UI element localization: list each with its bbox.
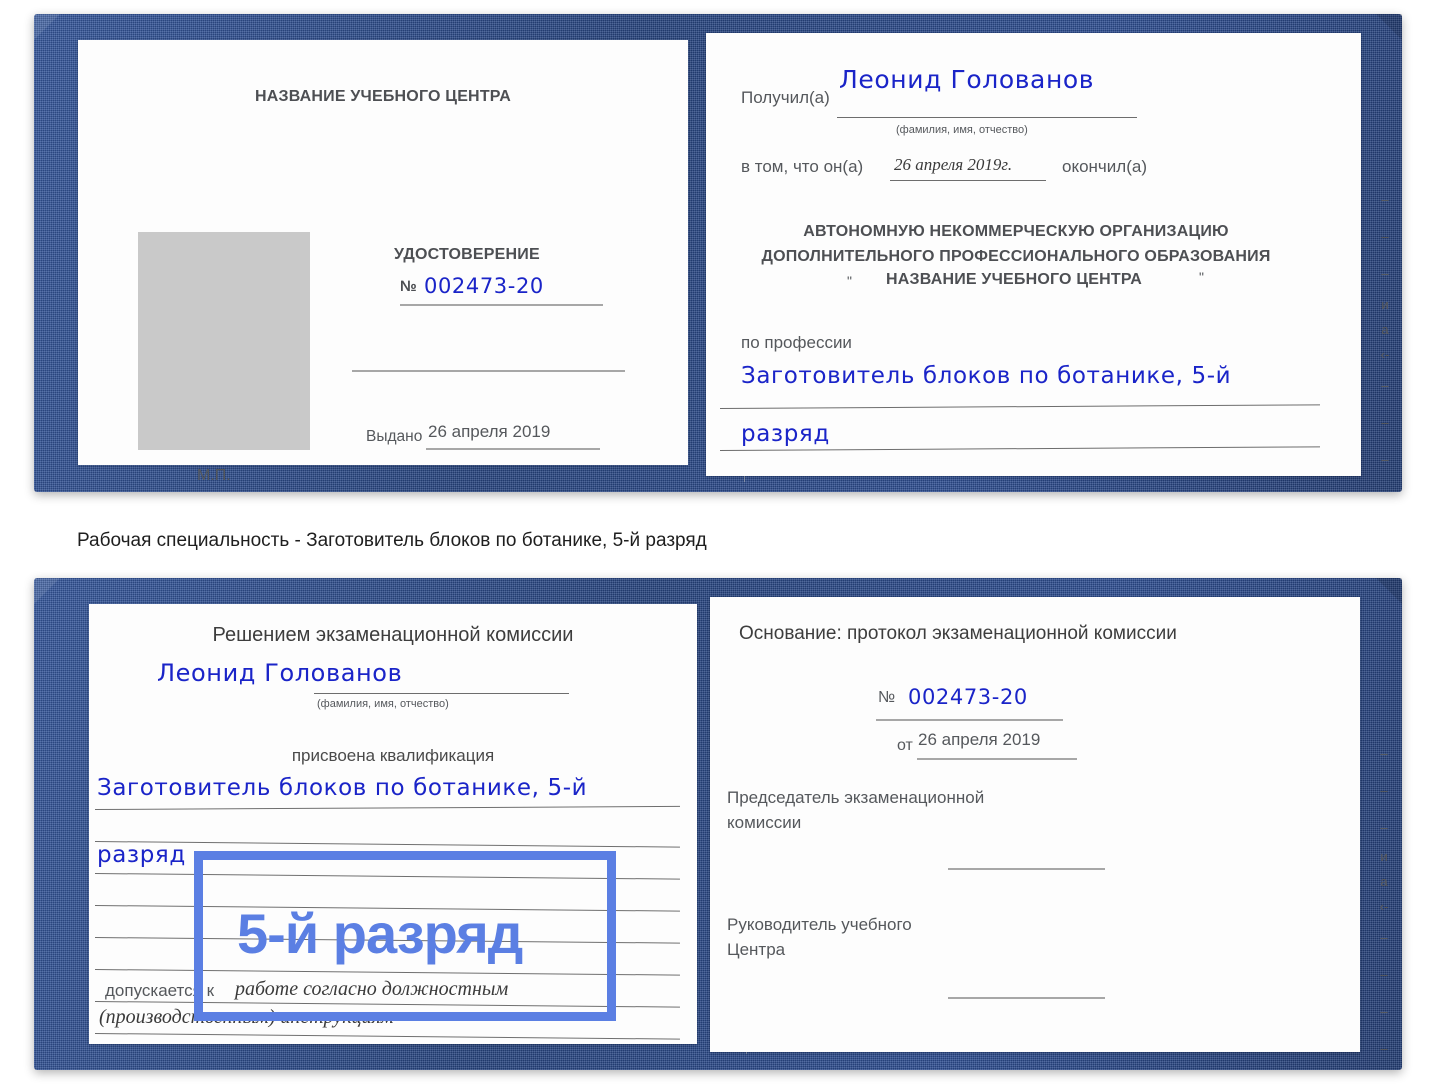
qualification-value-line-1: Заготовитель блоков по ботанике, 5-й [97, 775, 588, 801]
organization-line-2: ДОПОЛНИТЕЛЬНОГО ПРОФЕССИОНАЛЬНОГО ОБРАЗО… [761, 248, 1271, 265]
highlight-label: 5-й разряд [237, 902, 523, 965]
stub-mark: а [1380, 874, 1388, 889]
protocol-number-value: 002473-20 [908, 685, 1028, 709]
finished-label: окончил(а) [1062, 157, 1147, 176]
chairman-label-line-2: комиссии [727, 813, 802, 832]
stub-mark: а [1381, 322, 1389, 337]
stub-mark: – [1381, 266, 1389, 281]
student-name-value: Леонид Голованов [157, 659, 403, 687]
certificate-number-label: № [400, 278, 417, 295]
stub-mark: ‹- [1380, 347, 1390, 362]
protocol-number-label: № [878, 689, 896, 706]
stub-mark: – [1381, 415, 1389, 430]
stub-mark: и [1380, 849, 1388, 864]
top-right-page: Получил(а) Леонид Голованов (фамилия, им… [706, 33, 1361, 476]
stub-mark: – [1380, 746, 1388, 761]
stub-mark: – [1381, 192, 1389, 207]
student-name-rule [314, 693, 569, 694]
certificate-number-rule [400, 304, 603, 306]
photo-placeholder [138, 232, 310, 450]
head-signature-rule [948, 997, 1105, 999]
seal-label: М.П. [197, 467, 231, 484]
chairman-signature-rule [948, 868, 1105, 870]
head-label-line-1: Руководитель учебного [727, 915, 912, 934]
decision-title: Решением экзаменационной комиссии [212, 624, 574, 646]
received-rule [837, 117, 1137, 118]
organization-quote-open: " [847, 273, 852, 289]
qualification-value-line-2: разряд [97, 842, 186, 868]
stub-mark: – [1380, 930, 1388, 945]
training-center-name-heading: НАЗВАНИЕ УЧЕБНОГО ЦЕНТРА [254, 88, 512, 105]
stub-mark: ‹- [1379, 899, 1389, 914]
profession-value-line-2: разряд [741, 421, 830, 447]
profession-value-line-1: Заготовитель блоков по ботанике, 5-й [741, 363, 1232, 389]
that-he-rule [890, 180, 1046, 181]
certificate-number-value: 002473-20 [424, 274, 544, 298]
page-caption: Рабочая специальность - Заготовитель бло… [77, 530, 707, 551]
chairman-label-line-1: Председатель экзаменационной [727, 788, 985, 807]
received-hint: (фамилия, имя, отчество) [896, 124, 1028, 136]
stub-mark: – [1380, 967, 1388, 982]
profession-rule-2 [719, 446, 1320, 451]
protocol-date-value: 26 апреля 2019 [918, 730, 1041, 749]
top-left-page: НАЗВАНИЕ УЧЕБНОГО ЦЕНТРА УДОСТОВЕРЕНИЕ №… [78, 40, 688, 484]
stub-mark: – [1381, 229, 1389, 244]
protocol-number-rule [876, 719, 1063, 721]
organization-quote-close: " [1199, 269, 1204, 285]
issued-value: 26 апреля 2019 [428, 422, 551, 441]
cover-fold-top-right [1376, 14, 1402, 40]
protocol-date-label: от [897, 737, 913, 754]
stub-mark: – [1380, 1004, 1388, 1019]
blank-rule-1 [352, 370, 625, 372]
student-name-hint: (фамилия, имя, отчество) [317, 698, 449, 710]
issued-rule [426, 448, 600, 450]
stub-mark: – [1381, 452, 1389, 467]
cover-fold-top-left [34, 14, 60, 40]
bottom-right-page: Основание: протокол экзаменационной коми… [710, 597, 1360, 1052]
that-he-label: в том, что он(а) [741, 157, 864, 176]
stub-mark: – [1381, 378, 1389, 393]
profession-rule-1 [719, 404, 1320, 409]
certificate-bottom-spread: Решением экзаменационной комиссии Леонид… [34, 578, 1402, 1070]
certificate-top-spread: НАЗВАНИЕ УЧЕБНОГО ЦЕНТРА УДОСТОВЕРЕНИЕ №… [34, 14, 1402, 492]
received-value: Леонид Голованов [839, 65, 1095, 94]
stub-mark: – [1380, 783, 1388, 798]
top-stub-marks: – – – и а ‹- – – – [1372, 192, 1398, 467]
issued-label: Выдано [366, 428, 423, 445]
cover-fold-bottom-right [1376, 578, 1402, 604]
qualification-label: присвоена квалификация [291, 746, 495, 765]
received-label: Получил(а) [741, 88, 830, 107]
stub-mark: – [1380, 820, 1388, 835]
organization-name: НАЗВАНИЕ УЧЕБНОГО ЦЕНТРА [886, 271, 1143, 288]
certificate-title: УДОСТОВЕРЕНИЕ [394, 246, 540, 263]
profession-label: по профессии [741, 333, 852, 352]
basis-label: Основание: протокол экзаменационной коми… [739, 623, 1177, 644]
that-he-value: 26 апреля 2019г. [894, 155, 1013, 174]
stub-mark: и [1381, 297, 1389, 312]
bottom-stub-marks: – – – и а ‹- – – – – [1371, 746, 1397, 1056]
stub-mark: – [1380, 1041, 1388, 1056]
head-label-line-2: Центра [727, 940, 786, 959]
protocol-date-rule [917, 758, 1077, 760]
cover-fold-bottom-left [34, 578, 60, 604]
organization-line-1: АВТОНОМНУЮ НЕКОММЕРЧЕСКУЮ ОРГАНИЗАЦИЮ [803, 223, 1229, 240]
bottom-left-page: Решением экзаменационной комиссии Леонид… [89, 604, 697, 1044]
